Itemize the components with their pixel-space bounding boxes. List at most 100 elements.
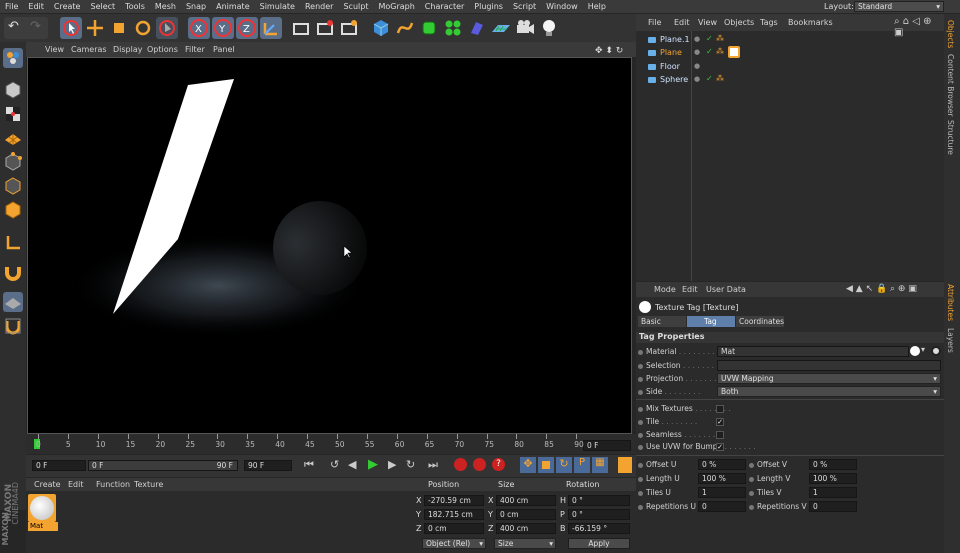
prev-frame-icon[interactable]: ◀: [348, 458, 356, 471]
texture-tag-icon[interactable]: [728, 46, 740, 59]
phong-tag-icon[interactable]: ⁂: [716, 34, 724, 43]
attribute-menu-mode[interactable]: Mode: [654, 285, 676, 294]
menu-create[interactable]: Create: [49, 0, 86, 11]
size-field[interactable]: 400 cm: [496, 523, 556, 534]
tile-checkbox[interactable]: ✓: [716, 418, 724, 426]
viewport-menu-view[interactable]: View: [40, 42, 69, 54]
material-menu-texture[interactable]: Texture: [134, 478, 163, 489]
viewport-menu-panel[interactable]: Panel: [208, 42, 240, 54]
menu-tools[interactable]: Tools: [120, 0, 150, 11]
object-menu-file[interactable]: File: [648, 14, 661, 27]
move-icon[interactable]: [84, 17, 106, 39]
viewport-menu-options[interactable]: Options: [142, 42, 183, 54]
model-mode-icon[interactable]: [3, 80, 23, 100]
key-parameter-icon[interactable]: P: [574, 457, 590, 473]
selection-field[interactable]: [717, 360, 941, 371]
visibility-dots-icon[interactable]: ●: [694, 48, 700, 56]
spline-pen-icon[interactable]: [394, 17, 416, 39]
play-icon[interactable]: ▶: [368, 457, 378, 472]
offset-v-field[interactable]: 0 %: [809, 459, 857, 470]
length-v-field[interactable]: 100 %: [809, 473, 857, 484]
side-tab-objects[interactable]: Objects: [946, 20, 955, 48]
attribute-tab-tag[interactable]: Tag: [687, 316, 735, 327]
cloner-icon[interactable]: [442, 17, 464, 39]
attribute-tab-coordinates[interactable]: Coordinates: [736, 316, 784, 327]
workplane-grid-icon[interactable]: [3, 292, 23, 312]
apply-button[interactable]: Apply: [568, 538, 630, 549]
enabled-check-icon[interactable]: ✓: [706, 74, 713, 83]
object-row[interactable]: Plane ● ✓ ⁂: [640, 46, 940, 59]
side-tab-layers[interactable]: Layers: [946, 328, 955, 353]
sphere-object[interactable]: [273, 201, 367, 295]
next-frame-icon[interactable]: ▶: [388, 458, 396, 471]
offset-u-field[interactable]: 0 %: [698, 459, 746, 470]
cube-icon[interactable]: [370, 17, 392, 39]
record-icon[interactable]: [454, 458, 467, 471]
menu-mesh[interactable]: Mesh: [150, 0, 181, 11]
size-field[interactable]: 400 cm: [496, 495, 556, 506]
frame-range-slider[interactable]: 0 F 90 F: [88, 460, 238, 471]
side-dropdown[interactable]: Both ▾: [717, 386, 941, 397]
make-editable-icon[interactable]: [3, 48, 23, 68]
side-tab-content-browser[interactable]: Content Browser: [946, 54, 955, 117]
menu-script[interactable]: Script: [508, 0, 541, 11]
menu-snap[interactable]: Snap: [181, 0, 211, 11]
current-frame-field[interactable]: 0 F: [583, 440, 631, 451]
next-key-icon[interactable]: ↻: [406, 458, 415, 471]
coordinate-system-icon[interactable]: [260, 17, 282, 39]
scale-icon[interactable]: [108, 17, 130, 39]
key-pla-icon[interactable]: ▦: [592, 457, 608, 473]
render-view-icon[interactable]: [290, 17, 312, 39]
coord-mode-dropdown[interactable]: Object (Rel) ▾: [422, 538, 486, 549]
subdivision-surface-icon[interactable]: [418, 17, 440, 39]
material-menu-edit[interactable]: Edit: [68, 478, 84, 489]
rep-v-field[interactable]: 0: [809, 501, 857, 512]
material-menu-create[interactable]: Create: [34, 478, 61, 489]
object-menu-edit[interactable]: Edit: [674, 14, 690, 27]
start-frame-field[interactable]: 0 F: [32, 460, 86, 471]
material-menu-arrow-icon[interactable]: ▾: [921, 345, 925, 354]
live-selection-icon[interactable]: [156, 17, 178, 39]
visibility-dots-icon[interactable]: ●: [694, 62, 700, 70]
timeline-ruler[interactable]: 0 F 0 5 10 15 20 25 30 35 40 45 50 55 60 65 70 75 80 85 90: [26, 434, 636, 454]
menu-file[interactable]: File: [0, 0, 23, 11]
material-clear-icon[interactable]: [931, 346, 941, 356]
keyframe-help-icon[interactable]: ?: [492, 458, 505, 471]
menu-mograph[interactable]: MoGraph: [373, 0, 419, 11]
redo-icon[interactable]: ↷: [30, 19, 41, 34]
menu-animate[interactable]: Animate: [211, 0, 255, 11]
key-position-icon[interactable]: ✥: [520, 457, 536, 473]
menu-simulate[interactable]: Simulate: [255, 0, 300, 11]
autokey-icon[interactable]: [473, 458, 486, 471]
floor-scene-icon[interactable]: [490, 17, 512, 39]
goto-start-icon[interactable]: ⏮: [304, 458, 314, 472]
material-menu-function[interactable]: Function: [96, 478, 130, 489]
material-preview-icon[interactable]: [910, 346, 920, 356]
position-field[interactable]: 0 cm: [424, 523, 484, 534]
end-frame-field[interactable]: 90 F: [244, 460, 292, 471]
projection-dropdown[interactable]: UVW Mapping ▾: [717, 373, 941, 384]
menu-character[interactable]: Character: [420, 0, 470, 11]
menu-sculpt[interactable]: Sculpt: [338, 0, 373, 11]
edges-mode-icon[interactable]: [3, 176, 23, 196]
render-picture-viewer-icon[interactable]: [314, 17, 336, 39]
material-link-field[interactable]: Mat: [717, 346, 909, 357]
visibility-dots-icon[interactable]: ●: [694, 75, 700, 83]
tiles-v-field[interactable]: 1: [809, 487, 857, 498]
side-tab-structure[interactable]: Structure: [946, 120, 955, 155]
material-thumbnail[interactable]: Mat: [28, 494, 58, 532]
goto-end-icon[interactable]: ⏭: [428, 458, 438, 472]
size-field[interactable]: 0 cm: [496, 509, 556, 520]
y-axis-lock-icon[interactable]: Y: [212, 17, 234, 39]
position-field[interactable]: 182.715 cm: [424, 509, 484, 520]
timeline-window-icon[interactable]: [618, 457, 632, 473]
axis-mode-icon[interactable]: [3, 232, 23, 252]
length-u-field[interactable]: 100 %: [698, 473, 746, 484]
rotation-field[interactable]: 0 °: [568, 495, 630, 506]
light-icon[interactable]: [538, 17, 560, 39]
move-tool-button[interactable]: [60, 17, 82, 39]
rep-u-field[interactable]: 0: [698, 501, 746, 512]
enabled-check-icon[interactable]: ✓: [706, 34, 713, 43]
position-field[interactable]: -270.59 cm: [424, 495, 484, 506]
texture-mode-icon[interactable]: [3, 104, 23, 124]
